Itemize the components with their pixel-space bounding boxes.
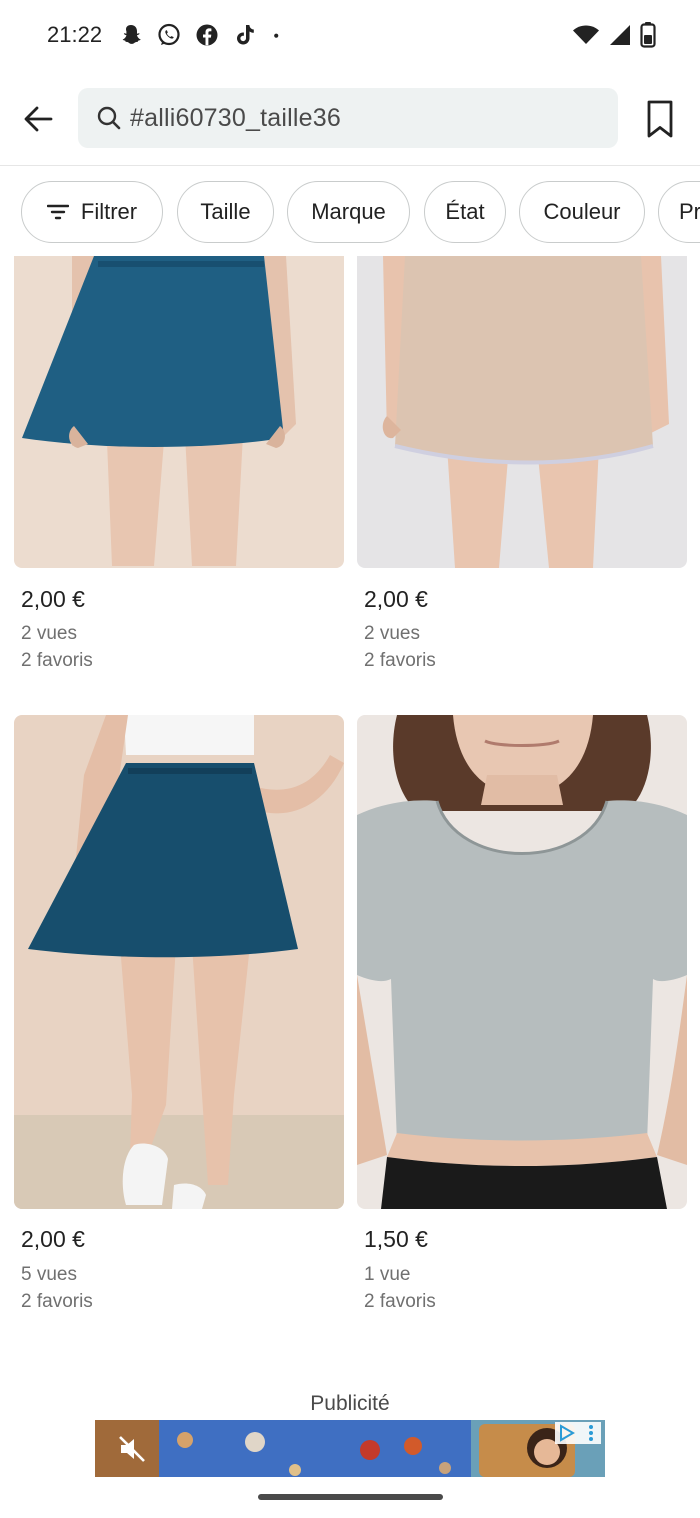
search-header: #alli60730_taille36 (0, 72, 700, 166)
product-price: 2,00 € (364, 586, 428, 612)
back-button[interactable] (18, 96, 58, 142)
ad-label: Publicité (310, 1392, 390, 1415)
ad-banner[interactable] (95, 1420, 605, 1477)
product-favorites: 2 favoris (364, 1291, 436, 1312)
signal-icon (608, 22, 632, 48)
chip-taille[interactable]: Taille (177, 181, 274, 243)
filter-chips: Filtrer Taille Marque État Couleur Pr (0, 180, 700, 244)
product-image[interactable] (14, 256, 344, 568)
product-price: 1,50 € (364, 1226, 428, 1252)
bookmark-icon (647, 100, 673, 138)
product-views: 2 vues (364, 623, 420, 644)
notification-icons (118, 22, 288, 48)
product-views: 5 vues (21, 1264, 77, 1285)
filter-icon (46, 204, 69, 220)
product-image[interactable] (357, 256, 687, 568)
chip-label: Pr (679, 199, 700, 224)
chip-label: État (445, 199, 485, 224)
product-image[interactable] (14, 715, 344, 1209)
chip-couleur[interactable]: Couleur (519, 181, 645, 243)
save-search-button[interactable] (640, 96, 680, 142)
status-bar: 21:22 (0, 0, 700, 72)
chip-label: Taille (200, 199, 251, 224)
product-price: 2,00 € (21, 1226, 85, 1252)
chip-label: Couleur (543, 199, 621, 224)
search-icon (97, 106, 121, 130)
whatsapp-icon (156, 22, 182, 48)
system-icons (572, 21, 656, 49)
product-card[interactable]: 2,00 € 2 vues 2 favoris (357, 256, 687, 686)
product-card[interactable]: 1,50 € 1 vue 2 favoris (357, 715, 687, 1315)
product-price: 2,00 € (21, 586, 85, 612)
search-query-text: #alli60730_taille36 (130, 103, 341, 132)
status-time: 21:22 (47, 22, 103, 47)
chip-label: Filtrer (80, 199, 138, 224)
product-favorites: 2 favoris (21, 650, 93, 671)
snapchat-icon (118, 22, 144, 48)
product-views: 2 vues (21, 623, 77, 644)
ad-choices-icon[interactable] (555, 1422, 601, 1449)
chip-etat[interactable]: État (424, 181, 506, 243)
product-image[interactable] (357, 715, 687, 1209)
tiktok-icon (232, 22, 258, 48)
product-card[interactable]: 2,00 € 5 vues 2 favoris (14, 715, 344, 1315)
facebook-icon (194, 22, 220, 48)
chip-filtrer[interactable]: Filtrer (21, 181, 163, 243)
product-favorites: 2 favoris (364, 650, 436, 671)
muted-speaker-icon[interactable] (117, 1434, 147, 1469)
chip-label: Marque (311, 199, 386, 224)
wifi-icon (572, 22, 600, 48)
battery-icon (640, 21, 656, 49)
product-favorites: 2 favoris (21, 1291, 93, 1312)
product-card[interactable]: 2,00 € 2 vues 2 favoris (14, 256, 344, 686)
search-results-screen: 21:22 #alli60730_taille36 Filtrer Taille… (0, 0, 700, 1518)
chip-prix[interactable]: Pr (658, 181, 700, 243)
chip-marque[interactable]: Marque (287, 181, 410, 243)
gesture-navigation-bar[interactable] (258, 1494, 443, 1500)
arrow-left-icon (24, 106, 53, 132)
more-dot-icon (270, 22, 288, 48)
search-input[interactable]: #alli60730_taille36 (78, 88, 618, 148)
product-views: 1 vue (364, 1264, 411, 1285)
